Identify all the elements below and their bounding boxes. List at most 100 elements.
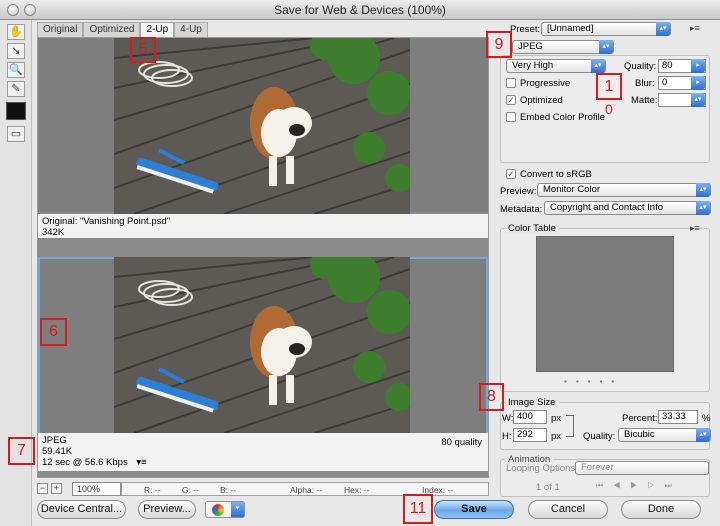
optimized-photo [114, 257, 410, 433]
tab-optimized[interactable]: Optimized [83, 22, 141, 37]
file-format-value: JPEG [518, 41, 543, 52]
optimized-image-pane[interactable]: JPEG 59.41K 12 sec @ 56.6 Kbps ▾≡ 80 qua… [38, 257, 488, 471]
eyedropper-color-swatch[interactable] [6, 102, 26, 120]
chevron-down-icon: ▴▾ [696, 428, 710, 442]
progressive-checkbox[interactable] [506, 78, 516, 88]
preview-color-value: Monitor Color [543, 184, 601, 195]
matte-label: Matte: [631, 95, 658, 106]
embed-color-profile-checkbox[interactable] [506, 112, 516, 122]
height-label: H: [502, 431, 512, 442]
readout-g: G: -- [182, 485, 199, 495]
width-field[interactable]: 400 [513, 410, 547, 424]
quality-field[interactable]: 80 ▸ [658, 59, 706, 73]
color-table-menu-icon[interactable]: ▸≡ [690, 223, 700, 234]
download-speed-menu-icon[interactable]: ▾≡ [136, 457, 146, 468]
optimized-format: JPEG [42, 435, 67, 446]
optimized-info-bar: JPEG 59.41K 12 sec @ 56.6 Kbps ▾≡ 80 qua… [38, 433, 488, 471]
chevron-right-icon[interactable]: ▸ [691, 59, 705, 73]
original-info-bar: Original: "Vanishing Point.psd" 342K [38, 214, 488, 238]
quality-value: 80 [662, 60, 673, 71]
resample-quality-label: Quality: [583, 431, 616, 442]
optimized-file-size: 59.41K [42, 446, 73, 457]
progressive-label: Progressive [520, 78, 571, 89]
preview-button[interactable]: Preview... [138, 500, 196, 519]
quality-preset-dropdown[interactable]: Very High ▴▾ [506, 59, 606, 73]
embed-color-profile-label: Embed Color Profile [520, 112, 606, 123]
height-field[interactable]: 292 [513, 428, 547, 442]
eyedropper-tool-icon[interactable]: ✎ [7, 81, 25, 97]
preset-label: Preset: [510, 24, 541, 35]
chevron-down-icon: ▴▾ [599, 40, 613, 54]
annotation-marker-5: 5 [130, 37, 156, 63]
hand-tool-icon[interactable]: ✋ [7, 24, 25, 40]
tab-4-up[interactable]: 4-Up [174, 22, 208, 37]
preview-color-dropdown[interactable]: Monitor Color ▴▾ [537, 183, 711, 197]
color-table-swatches [536, 236, 674, 372]
looping-options-value: Forever [581, 462, 614, 473]
file-format-dropdown[interactable]: JPEG ▴▾ [512, 40, 614, 54]
looping-options-label: Looping Options: [506, 463, 578, 474]
readout-b: B: -- [220, 485, 237, 495]
looping-options-dropdown[interactable]: Forever [575, 461, 709, 475]
annotation-marker-6: 6 [40, 318, 67, 346]
original-image-pane[interactable]: Original: "Vanishing Point.psd" 342K [38, 38, 488, 238]
metadata-label: Metadata: [500, 204, 543, 215]
image-view-area: Original: "Vanishing Point.psd" 342K JPE… [37, 37, 489, 478]
blur-value: 0 [662, 77, 668, 88]
tab-original[interactable]: Original [37, 22, 84, 37]
color-table-title: Color Table [505, 223, 559, 234]
blur-label: Blur: [635, 78, 655, 89]
convert-srgb-label: Convert to sRGB [520, 169, 592, 180]
percent-field[interactable]: 33.33 [658, 410, 698, 424]
window-title: Save for Web & Devices (100%) [274, 3, 446, 17]
optimized-label: Optimized [520, 95, 563, 106]
annotation-marker-0: 0 [605, 101, 613, 117]
chevron-down-icon: ▴▾ [591, 59, 605, 73]
slice-select-tool-icon[interactable]: ↘ [7, 43, 25, 59]
optimized-checkbox[interactable]: ✓ [506, 95, 516, 105]
chevron-down-icon: ▴▾ [696, 183, 710, 197]
percent-value: 33.33 [662, 411, 686, 422]
browser-icon [212, 504, 224, 516]
done-button[interactable]: Done [621, 500, 701, 519]
original-file-size: 342K [42, 227, 65, 238]
window-title-bar: Save for Web & Devices (100%) [0, 0, 720, 20]
animation-playback-controls[interactable]: ⏮◀▶▷⏭ [596, 481, 682, 491]
zoom-tool-icon[interactable]: 🔍 [7, 62, 25, 78]
preview-label: Preview: [500, 186, 537, 197]
readout-r: R: -- [144, 485, 161, 495]
metadata-dropdown[interactable]: Copyright and Contact Info ▴▾ [544, 201, 711, 215]
optimized-quality-note: 80 quality [441, 437, 482, 448]
convert-srgb-checkbox[interactable]: ✓ [506, 169, 516, 179]
zoom-out-button[interactable]: − [37, 483, 48, 494]
optimized-download-time: 12 sec @ 56.6 Kbps ▾≡ [42, 457, 147, 468]
matte-dropdown[interactable]: ▴▾ [658, 93, 706, 107]
save-button[interactable]: Save [434, 500, 514, 519]
toggle-slices-visibility-icon[interactable]: ▭ [7, 126, 25, 142]
device-central-button[interactable]: Device Central... [37, 500, 126, 519]
percent-unit: % [702, 413, 711, 424]
original-filename: Original: "Vanishing Point.psd" [42, 216, 171, 227]
color-readout: R: -- G: -- B: -- Alpha: -- Hex: -- Inde… [121, 482, 489, 496]
panel-menu-icon[interactable]: ▸≡ [690, 23, 700, 34]
preset-dropdown[interactable]: [Unnamed] ▴▾ [541, 22, 671, 36]
annotation-marker-7: 7 [8, 437, 35, 465]
tab-2-up[interactable]: 2-Up [140, 22, 175, 37]
chevron-down-icon: ▴▾ [691, 93, 705, 107]
resample-quality-dropdown[interactable]: Bicubic ▴▾ [618, 428, 711, 442]
chevron-down-icon: ▴▾ [656, 22, 670, 36]
chevron-right-icon[interactable]: ▸ [691, 76, 705, 90]
original-photo [114, 38, 410, 214]
height-unit: px [551, 431, 562, 442]
readout-alpha: Alpha: -- [290, 485, 323, 495]
cancel-button[interactable]: Cancel [528, 500, 608, 519]
blur-field[interactable]: 0 ▸ [658, 76, 706, 90]
browser-preview-dropdown[interactable]: ▾ [205, 501, 245, 518]
color-table-actions[interactable]: ▪▪▪▪▪ [564, 377, 674, 388]
frame-counter: 1 of 1 [536, 482, 560, 493]
quality-preset-value: Very High [512, 60, 554, 71]
zoom-in-button[interactable]: + [51, 483, 62, 494]
constrain-proportions-link-icon[interactable] [566, 415, 574, 437]
height-value: 292 [517, 429, 533, 440]
annotation-marker-1: 1 [596, 73, 622, 100]
